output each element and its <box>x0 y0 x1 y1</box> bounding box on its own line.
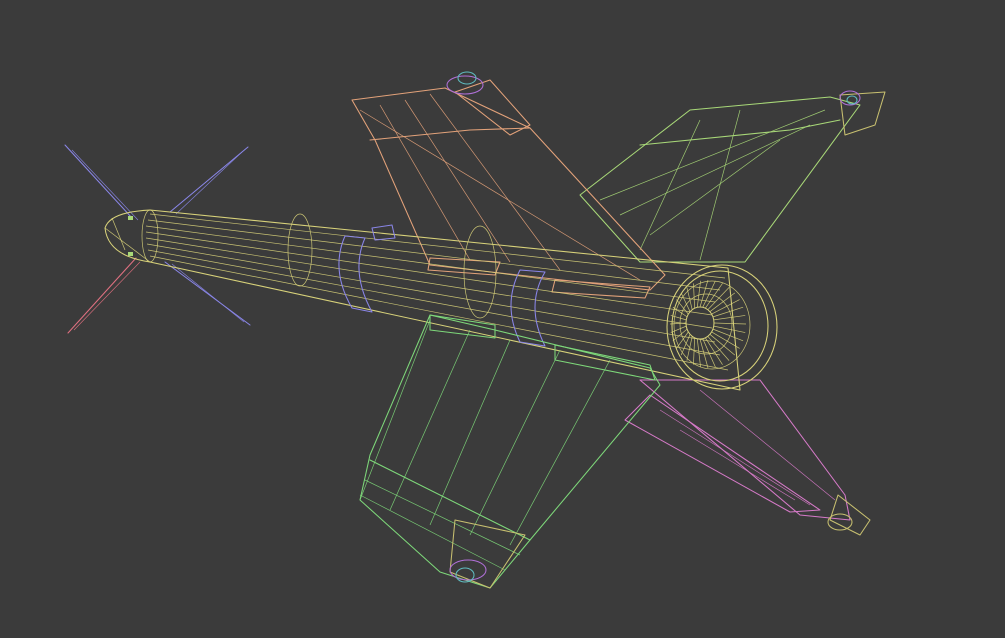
nozzle-spoke <box>676 331 689 349</box>
fuselage <box>104 209 741 391</box>
canard-lower-right <box>164 261 251 326</box>
fin-bottom <box>359 314 661 589</box>
engine-nozzle <box>666 264 778 390</box>
nose-marker-upper <box>128 216 133 220</box>
3d-viewport[interactable] <box>0 0 1005 638</box>
canard-group <box>64 144 251 334</box>
nose-marker-lower <box>128 252 133 256</box>
canard-upper-left-b <box>71 149 139 221</box>
nozzle-spoke <box>699 279 709 308</box>
fin-right <box>579 90 886 263</box>
canard-upper-right <box>169 146 249 213</box>
body-bands <box>338 224 546 347</box>
canard-lower-left-b <box>73 261 141 331</box>
canard-lower-left <box>67 257 137 334</box>
canard-upper-left <box>64 144 133 219</box>
nozzle-spoke <box>670 315 687 321</box>
nozzle-spokes <box>669 279 747 369</box>
canard-upper-right-b <box>175 151 243 215</box>
wireframe-scene[interactable] <box>0 0 1005 638</box>
nozzle-spoke <box>713 315 746 321</box>
nozzle-spoke <box>709 334 736 356</box>
nozzle-spoke <box>713 322 747 325</box>
nozzle-spoke <box>696 280 701 308</box>
fin-lower-right <box>624 379 871 536</box>
